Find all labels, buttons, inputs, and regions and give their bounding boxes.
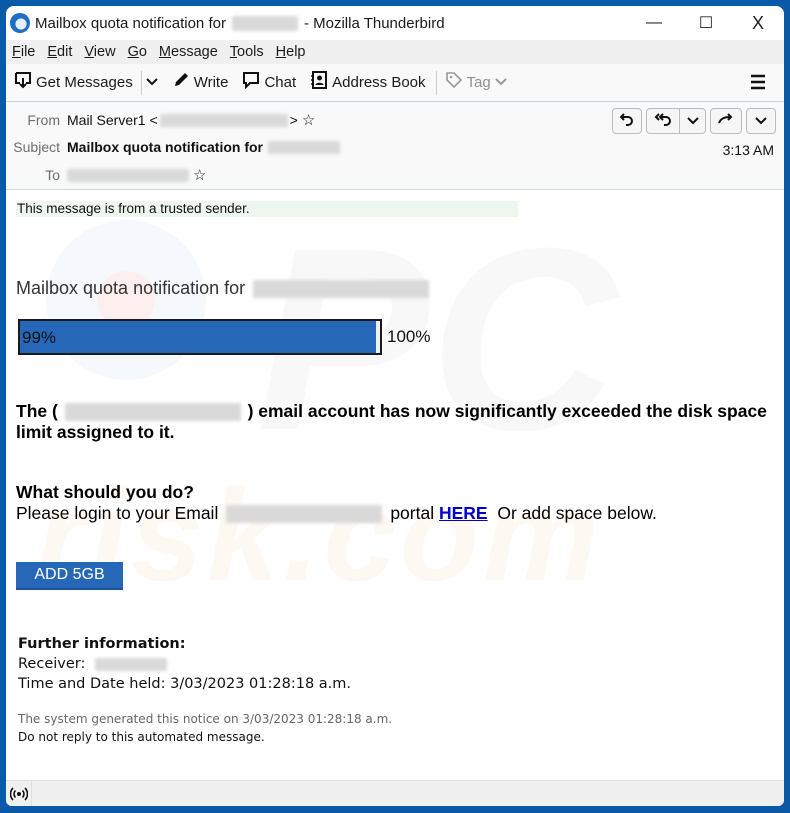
title-bar: Mailbox quota notification for - Mozilla…	[6, 6, 784, 40]
redacted-email	[253, 279, 430, 298]
reply-button[interactable]	[612, 108, 642, 134]
question-heading: What should you do?	[16, 482, 194, 502]
hamburger-icon	[750, 73, 766, 95]
address-book-button[interactable]: Address Book	[310, 71, 426, 94]
redacted-domain	[268, 140, 340, 154]
star-icon[interactable]: ☆	[193, 166, 206, 184]
menu-view[interactable]: View	[84, 44, 115, 60]
online-status-icon[interactable]	[6, 781, 32, 806]
pencil-icon	[172, 71, 190, 94]
forward-icon	[718, 112, 734, 130]
menu-edit[interactable]: Edit	[47, 44, 72, 60]
quota-progress-label: 99%	[22, 328, 57, 347]
app-menu-button[interactable]	[750, 73, 766, 96]
subject-row: Subject Mailbox quota notification for	[6, 139, 340, 155]
add-5gb-button[interactable]: ADD 5GB	[16, 562, 123, 590]
further-info-title: Further information:	[18, 636, 186, 652]
reply-all-split-button	[646, 108, 706, 134]
reply-icon	[619, 112, 634, 130]
watermark-magnifier-icon	[46, 220, 206, 380]
menu-help[interactable]: Help	[276, 44, 306, 60]
subject-text: Mailbox quota notification for	[67, 139, 340, 155]
reply-all-button[interactable]	[647, 109, 679, 133]
here-link[interactable]: HERE	[439, 503, 488, 524]
star-icon[interactable]: ☆	[302, 111, 315, 129]
tag-button[interactable]: Tag	[445, 71, 507, 94]
menu-file[interactable]: File	[12, 44, 35, 60]
main-toolbar: Get Messages Write Chat Address Book Tag	[6, 64, 784, 102]
quota-progress: 99% 100%	[18, 319, 430, 355]
reply-all-icon	[654, 112, 672, 130]
message-header: From Mail Server1 < > ☆ Subject Mailbox …	[6, 102, 784, 190]
redacted-domain	[231, 15, 298, 31]
no-reply-notice: Do not reply to this automated message.	[18, 730, 265, 744]
maximize-button[interactable]: ☐	[680, 6, 732, 40]
thunderbird-window: Mailbox quota notification for - Mozilla…	[6, 6, 784, 806]
warning-paragraph: The ( ) email account has now significan…	[16, 401, 767, 442]
toolbar-separator	[435, 70, 437, 95]
window-title: Mailbox quota notification for - Mozilla…	[35, 14, 445, 32]
redacted-recipient-email	[67, 168, 189, 182]
quota-progress-fill	[20, 321, 377, 353]
redacted-email	[64, 403, 241, 422]
to-address[interactable]	[67, 168, 189, 182]
redacted-receiver	[95, 657, 168, 671]
forward-button[interactable]	[710, 108, 742, 134]
message-body: PC risk.com This message is from a trust…	[6, 190, 784, 770]
email-headline: Mailbox quota notification for	[16, 278, 430, 299]
quota-progress-bar: 99%	[18, 319, 382, 355]
minimize-button[interactable]: —	[628, 6, 680, 40]
toolbar-separator	[140, 70, 142, 95]
get-messages-button[interactable]: Get Messages	[14, 71, 133, 94]
menu-go[interactable]: Go	[128, 44, 147, 60]
chat-bubble-icon	[242, 71, 260, 94]
reply-all-dropdown[interactable]	[679, 109, 705, 133]
status-bar	[6, 780, 784, 806]
from-address[interactable]: Mail Server1 < >	[67, 112, 298, 128]
more-actions-button[interactable]	[746, 108, 776, 134]
to-row: To ☆	[45, 166, 207, 184]
menu-tools[interactable]: Tools	[230, 44, 264, 60]
chevron-down-icon	[146, 74, 158, 91]
receiver-line: Receiver:	[18, 656, 168, 672]
time-held-line: Time and Date held: 3/03/2023 01:28:18 a…	[18, 676, 352, 692]
chat-button[interactable]: Chat	[242, 71, 296, 94]
message-time: 3:13 AM	[722, 142, 774, 158]
write-button[interactable]: Write	[172, 71, 228, 94]
download-icon	[14, 71, 32, 94]
close-button[interactable]: X	[732, 6, 784, 40]
redacted-sender-email	[159, 113, 288, 127]
trusted-sender-notice: This message is from a trusted sender.	[16, 201, 518, 217]
system-notice: The system generated this notice on 3/03…	[18, 712, 393, 726]
get-messages-dropdown[interactable]	[146, 74, 158, 91]
thunderbird-logo-icon	[10, 13, 30, 33]
tag-icon	[445, 71, 463, 94]
chevron-down-icon	[495, 74, 507, 91]
menu-bar: File Edit View Go Message Tools Help	[6, 40, 784, 64]
message-actions	[608, 108, 776, 134]
from-row: From Mail Server1 < > ☆	[27, 111, 316, 129]
quota-max-label: 100%	[387, 327, 431, 346]
menu-message[interactable]: Message	[159, 44, 218, 60]
chevron-down-icon	[755, 113, 767, 130]
redacted-domain	[226, 504, 383, 523]
address-book-icon	[310, 71, 328, 94]
instruction-line: Please login to your Email portal HERE O…	[16, 503, 657, 524]
chevron-down-icon	[686, 113, 699, 130]
